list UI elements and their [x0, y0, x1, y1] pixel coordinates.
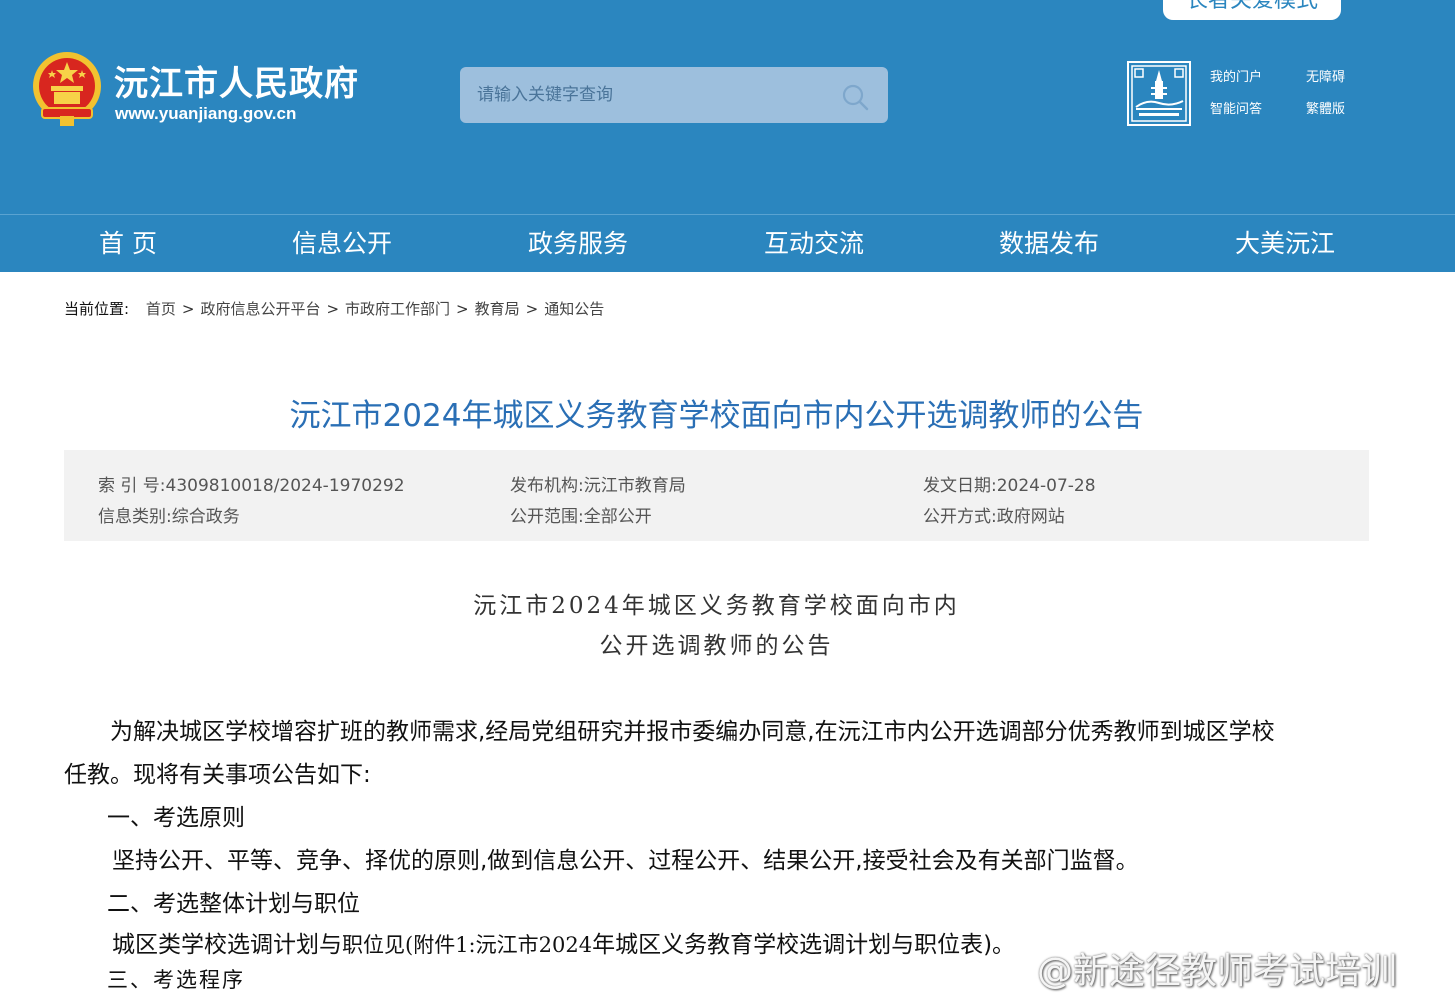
breadcrumb-separator: >: [456, 300, 469, 318]
intro-paragraph-line2: 任教。现将有关事项公告如下:: [64, 762, 371, 788]
breadcrumb-education-bureau[interactable]: 教育局: [475, 300, 520, 318]
breadcrumb-notices[interactable]: 通知公告: [544, 300, 604, 318]
section2-text-part-a: 城区类学校选调计划与: [112, 932, 342, 958]
meta-publisher: 发布机构:沅江市教育局: [510, 476, 686, 496]
section2-text: 城区类学校选调计划与职位见(附件1:沅江市2024年城区义务教育学校选调计划与职…: [112, 925, 1015, 959]
site-url[interactable]: www.yuanjiang.gov.cn: [115, 104, 296, 124]
breadcrumb-separator: >: [181, 300, 195, 318]
traditional-chinese-link[interactable]: 繁體版: [1306, 98, 1345, 117]
meta-category: 信息类别:综合政务: [98, 507, 240, 527]
breadcrumb-home[interactable]: 首页: [146, 300, 176, 318]
breadcrumb: 当前位置: 首页 > 政府信息公开平台 > 市政府工作部门 > 教育局 > 通知公告: [64, 298, 604, 319]
national-emblem-icon: [33, 52, 101, 126]
search-icon[interactable]: [838, 80, 872, 114]
nav-info-disclosure[interactable]: 信息公开: [292, 215, 392, 272]
breadcrumb-label: 当前位置:: [64, 300, 130, 318]
section2-text-part-b: 职位见(附件1:沅江市2024: [342, 933, 593, 957]
search-input[interactable]: [460, 67, 830, 123]
nav-data-release[interactable]: 数据发布: [999, 215, 1099, 272]
smart-qa-link[interactable]: 智能问答: [1210, 98, 1262, 117]
breadcrumb-info-platform[interactable]: 政府信息公开平台: [200, 300, 320, 318]
my-portal-link[interactable]: 我的门户: [1210, 66, 1262, 85]
breadcrumb-separator: >: [326, 300, 340, 318]
section3-heading: 三、考选程序: [107, 968, 245, 992]
meta-index-no: 索 引 号:4309810018/2024-1970292: [98, 476, 405, 496]
document-title-line2: 公开选调教师的公告: [599, 633, 834, 659]
article-meta-panel: 索 引 号:4309810018/2024-1970292 发布机构:沅江市教育…: [64, 450, 1369, 541]
article-title: 沅江市2024年城区义务教育学校面向市内公开选调教师的公告: [289, 398, 1144, 434]
section2-heading: 二、考选整体计划与职位: [107, 891, 360, 917]
meta-method: 公开方式:政府网站: [923, 507, 1065, 527]
elder-mode-button[interactable]: 长者关爱模式: [1163, 0, 1341, 20]
qr-code-icon: [1127, 61, 1191, 126]
search-box: [460, 67, 888, 123]
watermark-text: @新途径教师考试培训: [1037, 951, 1398, 992]
breadcrumb-separator: >: [525, 300, 539, 318]
nav-home[interactable]: 首 页: [99, 215, 157, 272]
intro-paragraph-line1: 为解决城区学校增容扩班的教师需求,经局党组研究并报市委编办同意,在沅江市内公开选…: [110, 719, 1275, 745]
main-nav: 首 页 信息公开 政务服务 互动交流 数据发布 大美沅江: [0, 214, 1455, 272]
section2-text-part-c: 年城区义务教育学校选调计划与职位表)。: [592, 932, 1016, 958]
section1-text: 坚持公开、平等、竞争、择优的原则,做到信息公开、过程公开、结果公开,接受社会及有…: [112, 848, 1139, 874]
nav-government-services[interactable]: 政务服务: [528, 215, 628, 272]
nav-beautiful-yuanjiang[interactable]: 大美沅江: [1235, 215, 1335, 272]
site-name[interactable]: 沅江市人民政府: [114, 56, 359, 105]
accessibility-link[interactable]: 无障碍: [1306, 66, 1345, 85]
meta-scope: 公开范围:全部公开: [510, 507, 652, 527]
nav-interaction[interactable]: 互动交流: [764, 215, 864, 272]
section1-heading: 一、考选原则: [107, 805, 245, 831]
breadcrumb-departments[interactable]: 市政府工作部门: [345, 300, 450, 318]
document-title-line1: 沅江市2024年城区义务教育学校面向市内: [473, 593, 960, 619]
meta-date: 发文日期:2024-07-28: [923, 476, 1096, 496]
